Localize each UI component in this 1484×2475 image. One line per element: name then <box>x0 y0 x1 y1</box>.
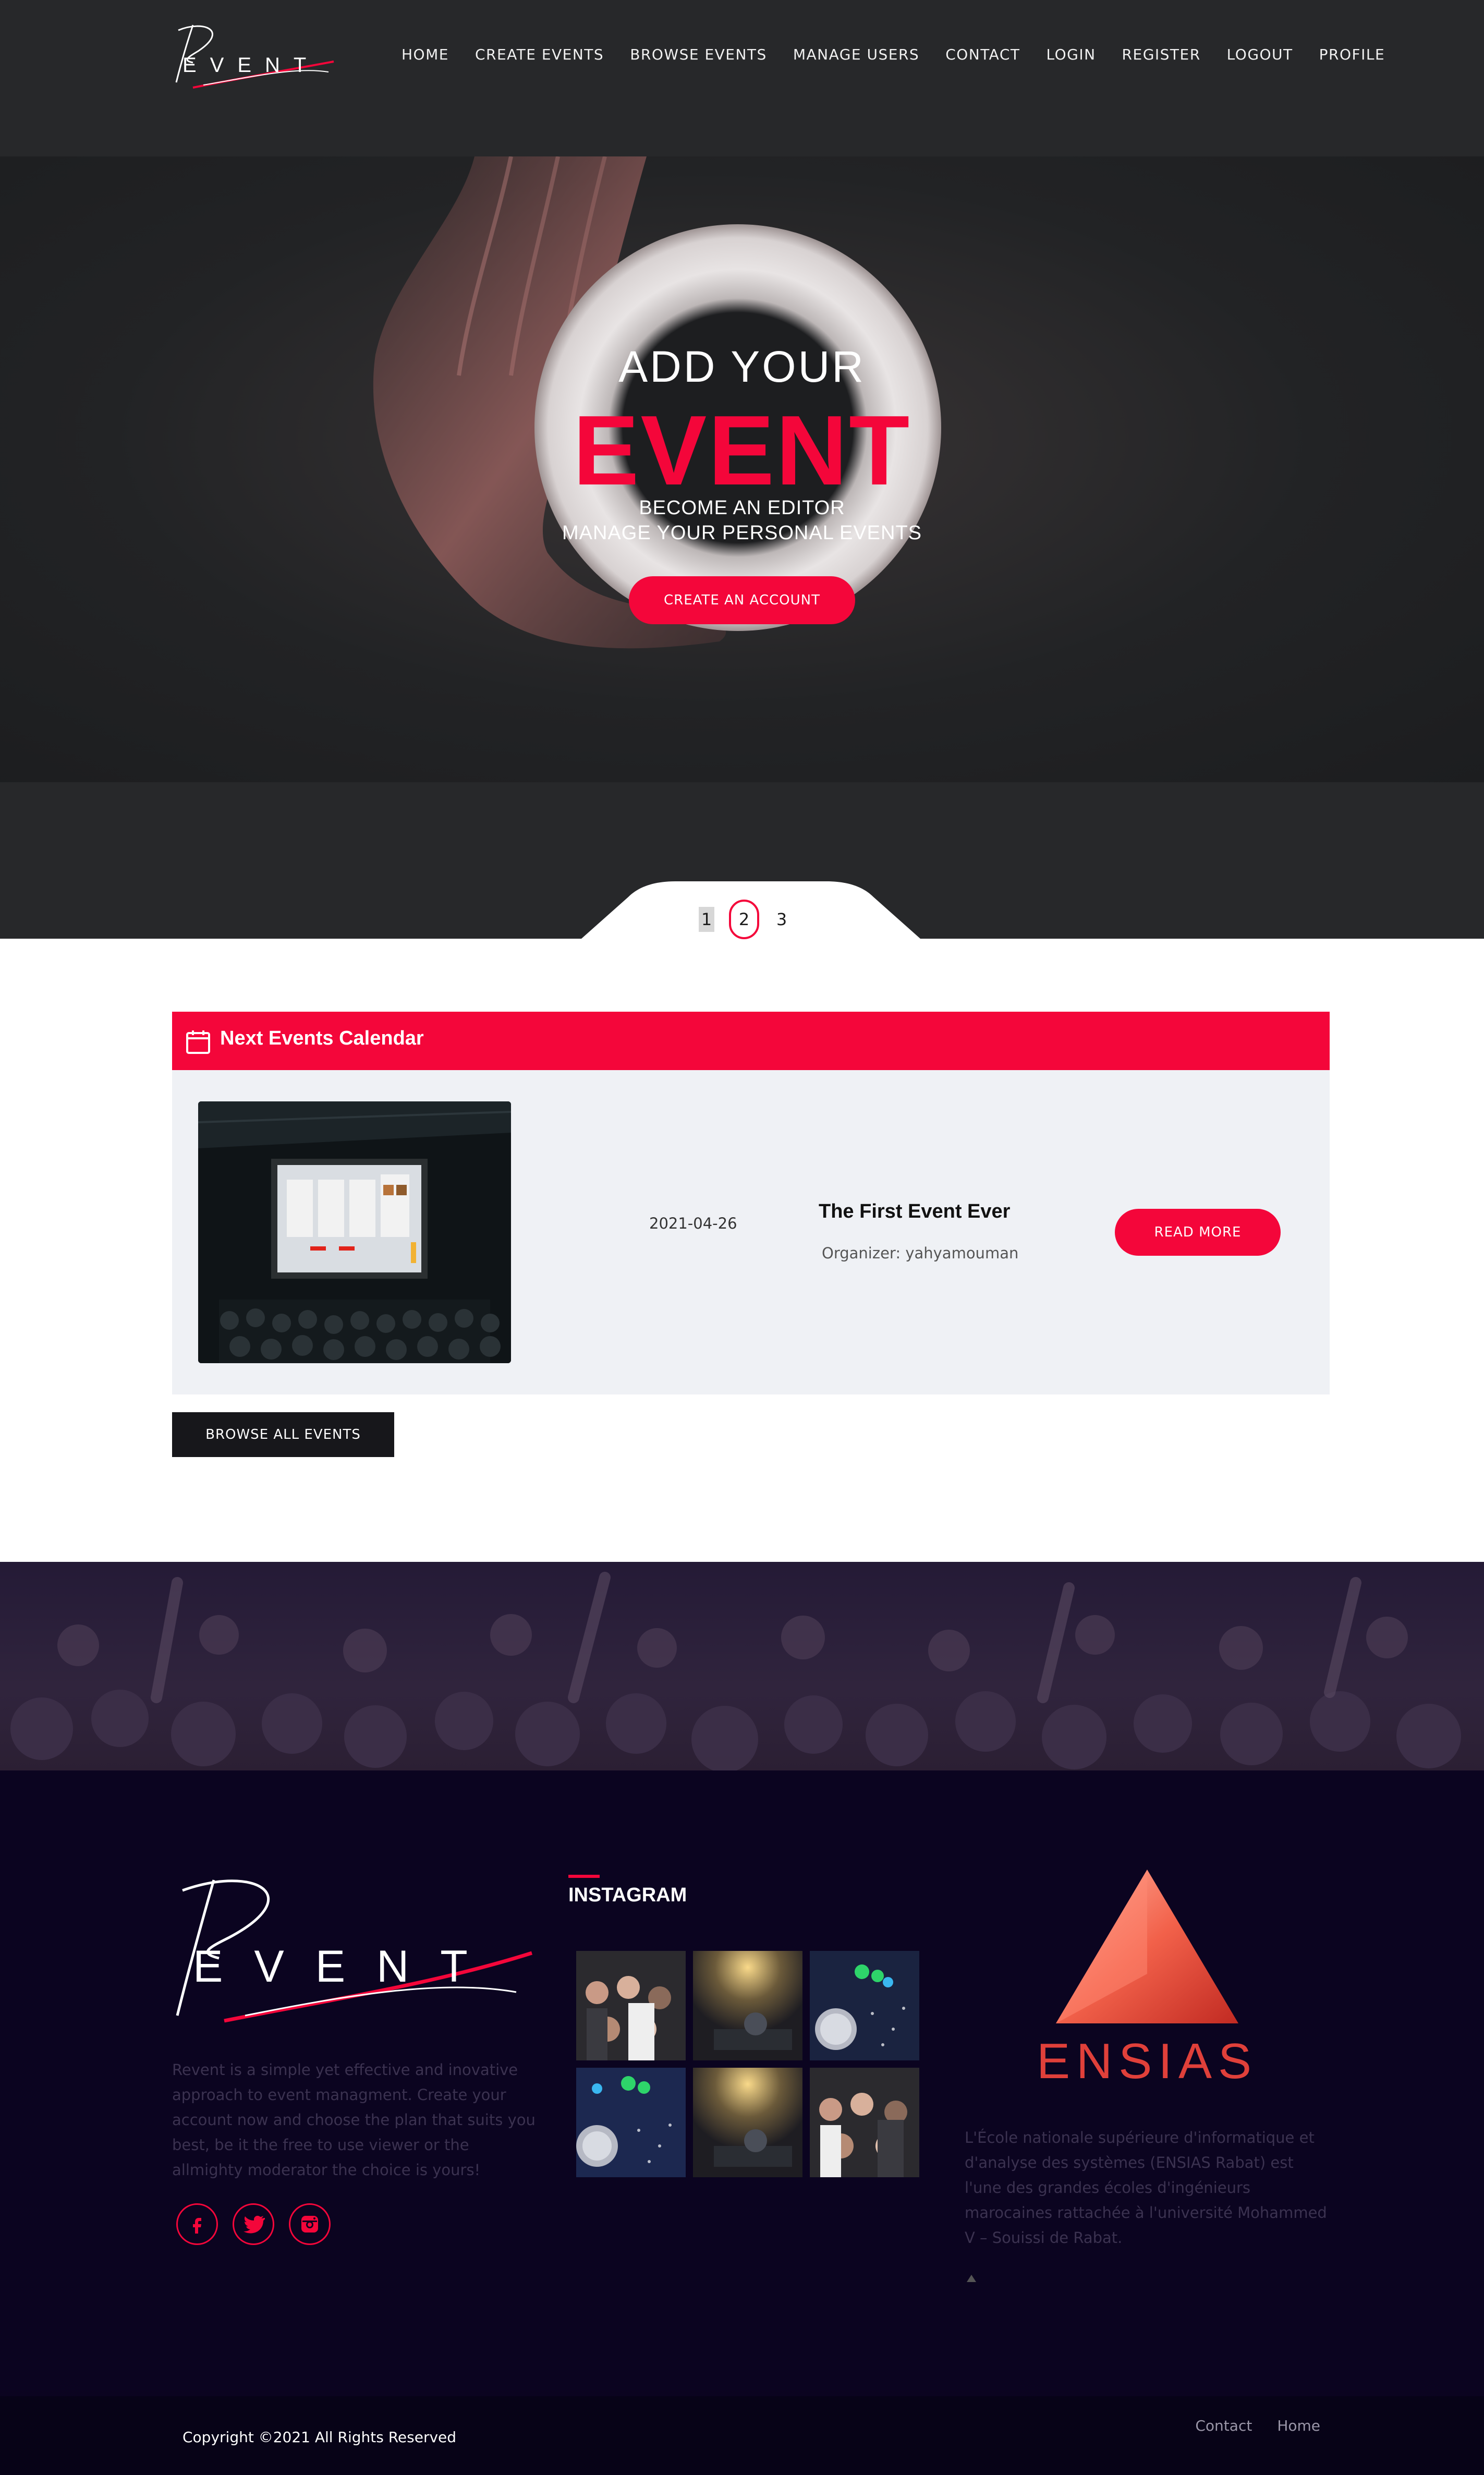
event-list-item: 2021-04-26 The First Event Ever Organize… <box>172 1070 1330 1394</box>
crowd-image-band <box>0 1562 1484 1770</box>
hero-subtitle-line1: BECOME AN EDITOR <box>639 497 845 519</box>
footer-links: Contact Home <box>1195 2417 1320 2434</box>
pager-page-2-active[interactable]: 2 <box>729 900 759 939</box>
hero-slider-pager: 1 2 3 <box>699 900 789 939</box>
event-date: 2021-04-26 <box>649 1215 737 1232</box>
nav-login[interactable]: LOGIN <box>1047 46 1096 63</box>
hero-banner: ADD YOUR EVENT BECOME AN EDITOR MANAGE Y… <box>0 156 1484 782</box>
site-footer: EVENT Revent is a simple yet effective a… <box>0 1770 1484 2396</box>
instagram-grid <box>576 1951 919 2177</box>
instagram-title-accent <box>568 1875 600 1878</box>
event-title[interactable]: The First Event Ever <box>819 1200 1010 1223</box>
crowd-image <box>10 1572 1461 1770</box>
copyright-text: Copyright ©2021 All Rights Reserved <box>183 2429 457 2446</box>
hero-heading-line1: ADD YOUR <box>618 342 866 391</box>
facebook-icon <box>193 2218 201 2234</box>
instagram-photo-1[interactable] <box>576 1951 686 2060</box>
footer-link-home[interactable]: Home <box>1277 2417 1320 2434</box>
revent-logo[interactable]: EVENT <box>172 20 339 93</box>
site-header: EVENT HOME CREATE EVENTS BROWSE EVENTS M… <box>0 0 1484 156</box>
nav-logout[interactable]: LOGOUT <box>1227 46 1293 63</box>
svg-text:ENSIAS: ENSIAS <box>1037 2033 1258 2089</box>
event-organizer: Organizer: yahyamouman <box>822 1244 1019 1262</box>
calendar-icon <box>186 1030 210 1054</box>
nav-browse-events[interactable]: BROWSE EVENTS <box>630 46 767 63</box>
hero-subtitle-line2: MANAGE YOUR PERSONAL EVENTS <box>562 522 922 544</box>
hero-subtitle: BECOME AN EDITOR MANAGE YOUR PERSONAL EV… <box>0 495 1484 545</box>
hero-heading-event: EVENT <box>573 395 911 506</box>
footer-about-text: Revent is a simple yet effective and ino… <box>172 2061 536 2179</box>
browse-all-events-button[interactable]: BROWSE ALL EVENTS <box>172 1412 394 1457</box>
instagram-link[interactable] <box>289 2203 331 2245</box>
copyright-bar: Copyright ©2021 All Rights Reserved Cont… <box>0 2396 1484 2475</box>
footer-revent-logo[interactable]: EVENT <box>172 1870 537 2026</box>
events-calendar-header: Next Events Calendar <box>172 1012 1330 1070</box>
presentation-image <box>198 1101 511 1363</box>
nav-manage-users[interactable]: MANAGE USERS <box>793 46 919 63</box>
ensias-small-icon <box>967 2275 976 2282</box>
instagram-photo-5[interactable] <box>693 2068 802 2177</box>
create-account-button[interactable]: CREATE AN ACCOUNT <box>629 576 855 624</box>
nav-register[interactable]: REGISTER <box>1122 46 1201 63</box>
instagram-photo-3[interactable] <box>810 1951 919 2060</box>
instagram-photo-2[interactable] <box>693 1951 802 2060</box>
footer-link-contact[interactable]: Contact <box>1195 2417 1252 2434</box>
pager-page-1[interactable]: 1 <box>699 907 714 932</box>
nav-profile[interactable]: PROFILE <box>1319 46 1385 63</box>
instagram-photo-6[interactable] <box>810 2068 919 2177</box>
ensias-description: L'École nationale supérieure d'informati… <box>965 2129 1327 2247</box>
twitter-icon <box>244 2215 265 2234</box>
pager-page-3[interactable]: 3 <box>774 907 789 932</box>
svg-text:EVENT: EVENT <box>183 54 320 77</box>
instagram-photo-4[interactable] <box>576 2068 686 2177</box>
events-calendar-title: Next Events Calendar <box>220 1027 424 1049</box>
event-thumbnail[interactable] <box>198 1101 511 1363</box>
nav-create-events[interactable]: CREATE EVENTS <box>475 46 604 63</box>
instagram-icon <box>301 2216 318 2233</box>
nav-home[interactable]: HOME <box>402 46 449 63</box>
twitter-link[interactable] <box>233 2203 274 2245</box>
svg-text:EVENT: EVENT <box>193 1942 499 1992</box>
ensias-logo[interactable]: ENSIAS <box>1017 1870 1278 2094</box>
nav-contact[interactable]: CONTACT <box>945 46 1020 63</box>
read-more-button[interactable]: READ MORE <box>1115 1209 1281 1256</box>
instagram-title: INSTAGRAM <box>568 1884 687 1906</box>
main-nav: HOME CREATE EVENTS BROWSE EVENTS MANAGE … <box>402 46 1411 63</box>
facebook-link[interactable] <box>176 2203 218 2245</box>
